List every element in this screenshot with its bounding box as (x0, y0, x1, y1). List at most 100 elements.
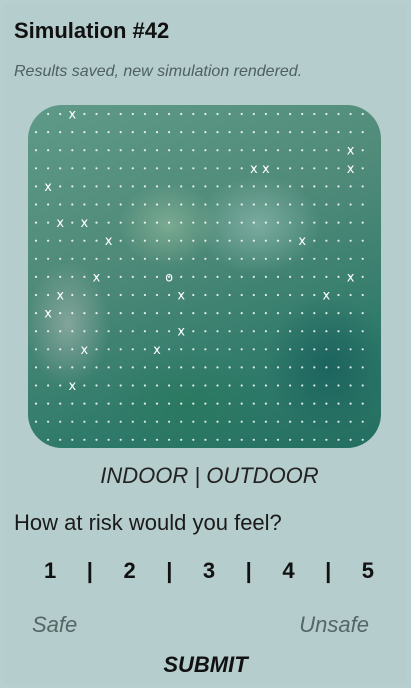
grid-dot (34, 384, 38, 387)
grid-dot (313, 167, 316, 170)
grid-dot (143, 257, 146, 260)
grid-dot (71, 312, 74, 315)
grid-dot (349, 384, 352, 387)
grid-dot (240, 112, 243, 116)
grid-dot (34, 420, 38, 423)
grid-dot (264, 257, 267, 260)
grid-dot (289, 366, 292, 369)
grid-dot (240, 348, 243, 351)
grid-dot (204, 149, 207, 152)
grid-dot (95, 348, 98, 351)
grid-dot (192, 330, 195, 333)
grid-dot (361, 239, 364, 242)
grid-dot (47, 420, 50, 423)
grid-dot (192, 149, 195, 152)
grid-dot (289, 203, 292, 206)
person-marker: x (68, 379, 76, 394)
grid-dot (252, 203, 255, 206)
grid-dot (47, 348, 50, 351)
grid-dot (95, 167, 98, 170)
grid-dot (240, 275, 243, 278)
grid-dot (313, 131, 316, 134)
grid-dot (168, 293, 171, 297)
grid-dot (204, 438, 207, 441)
grid-dot (83, 149, 86, 152)
grid-dot (59, 348, 62, 351)
grid-dot (204, 112, 207, 116)
grid-dot (325, 203, 328, 206)
grid-dot (252, 112, 255, 116)
grid-dot (83, 402, 86, 405)
grid-dot (276, 438, 280, 441)
grid-dot (313, 402, 316, 405)
grid-dot (228, 203, 231, 206)
grid-dot (168, 131, 171, 134)
grid-dot (204, 366, 207, 369)
grid-dot (143, 149, 146, 152)
grid-dot (71, 257, 74, 260)
grid-dot (301, 312, 304, 315)
grid-dot (301, 402, 304, 405)
grid-dot (252, 420, 255, 423)
grid-dot (361, 312, 364, 315)
grid-dot (264, 131, 267, 134)
grid-dot (59, 330, 62, 333)
risk-option-1[interactable]: 1 (44, 558, 56, 584)
grid-dot (252, 348, 255, 351)
grid-dot (301, 438, 304, 441)
person-marker: x (44, 307, 52, 322)
grid-dot (313, 366, 316, 369)
grid-dot (192, 275, 195, 278)
grid-dot (361, 203, 364, 206)
page-title: Simulation #42 (14, 18, 170, 43)
person-marker: x (81, 343, 89, 358)
grid-dot (289, 275, 292, 278)
person-marker: x (347, 270, 355, 285)
grid-dot (289, 131, 292, 134)
person-marker: x (177, 325, 185, 340)
grid-dot (180, 167, 183, 170)
grid-dot (107, 384, 110, 387)
grid-dot (301, 384, 304, 387)
grid-dot (95, 366, 98, 369)
grid-dot (252, 131, 255, 134)
grid-dot (107, 185, 110, 188)
person-marker: x (68, 108, 76, 123)
grid-dot (192, 203, 195, 206)
grid-dot (361, 402, 364, 405)
grid-dot (192, 384, 195, 387)
grid-dot (301, 348, 304, 351)
person-marker: x (56, 216, 64, 231)
grid-dot (143, 402, 146, 405)
grid-dot (216, 384, 219, 387)
submit-button[interactable]: SUBMIT (4, 652, 407, 678)
grid-dot (289, 384, 292, 387)
grid-dot (240, 185, 243, 188)
grid-dot (313, 293, 316, 297)
grid-dot (47, 402, 50, 405)
grid-dot (192, 293, 195, 297)
grid-dot (107, 402, 110, 405)
grid-dot (228, 293, 231, 297)
grid-dot (313, 330, 316, 333)
risk-option-3[interactable]: 3 (203, 558, 215, 584)
grid-dot (131, 149, 134, 152)
grid-dot (143, 131, 146, 134)
grid-dot (34, 221, 38, 224)
grid-dot (337, 112, 340, 116)
grid-dot (276, 239, 280, 242)
grid-dot (119, 131, 122, 134)
grid-dot (131, 275, 134, 278)
grid-dot (155, 257, 159, 260)
grid-dot (83, 293, 86, 297)
risk-option-2[interactable]: 2 (123, 558, 135, 584)
grid-dot (119, 185, 122, 188)
grid-dot (155, 330, 159, 333)
grid-dot (252, 185, 255, 188)
grid-dot (71, 293, 74, 297)
grid-dot (180, 185, 183, 188)
risk-option-4[interactable]: 4 (282, 558, 294, 584)
risk-option-5[interactable]: 5 (362, 558, 374, 584)
grid-dot (168, 348, 171, 351)
grid-dot (71, 366, 74, 369)
